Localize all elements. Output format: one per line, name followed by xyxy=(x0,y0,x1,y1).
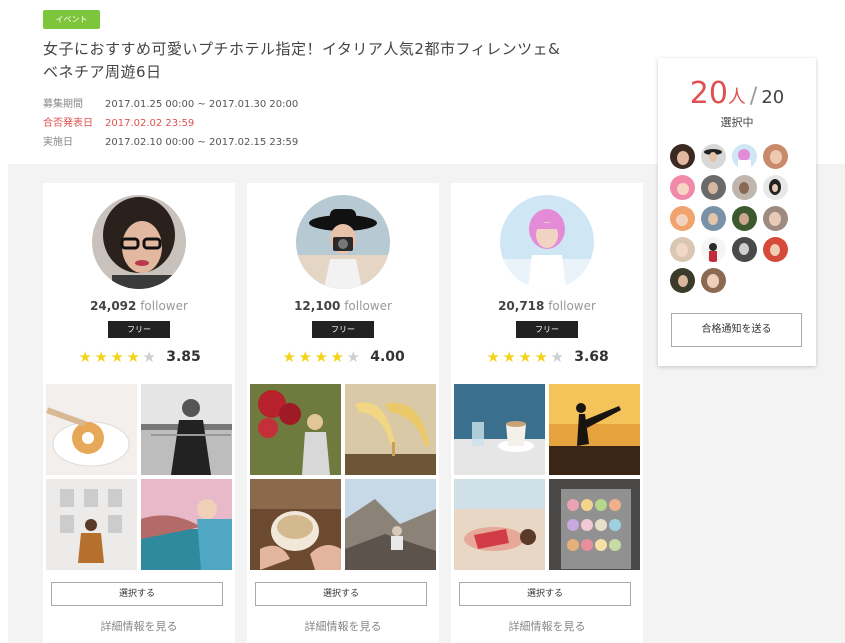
photo-macarons[interactable] xyxy=(549,479,640,570)
selected-avatar[interactable] xyxy=(701,268,726,293)
avatar[interactable] xyxy=(296,195,390,289)
detail-link[interactable]: 詳細情報を見る xyxy=(247,618,439,634)
selected-avatar[interactable] xyxy=(670,206,695,231)
selected-avatar[interactable] xyxy=(732,175,757,200)
photo-rocks[interactable] xyxy=(345,479,436,570)
rating: ★ ★ ★ ★ ★ 3.68 xyxy=(451,348,643,366)
star-icon: ★ xyxy=(282,348,296,366)
selected-avatar[interactable] xyxy=(670,268,695,293)
event-title-line1: 女子におすすめ可愛いプチホテル指定！イタリア人気2都市フィレンツェ& xyxy=(43,40,561,58)
selected-avatar[interactable] xyxy=(670,237,695,262)
selected-avatar[interactable] xyxy=(763,144,788,169)
count-slash: / xyxy=(749,84,758,109)
influencer-card: 12,100 follower フリー ★ ★ ★ ★ ★ 4.00 選択する 詳細情報… xyxy=(247,183,439,643)
follower-count: 12,100 follower xyxy=(294,299,392,313)
event-title: 女子におすすめ可愛いプチホテル指定！イタリア人気2都市フィレンツェ& ベネチア周… xyxy=(43,38,643,84)
star-icon: ★ xyxy=(78,348,92,366)
total-count: 20 xyxy=(761,87,785,108)
selected-count: 20 xyxy=(689,76,728,111)
photo-beach[interactable] xyxy=(454,479,545,570)
star-icon: ★ xyxy=(110,348,124,366)
selected-avatar[interactable] xyxy=(670,144,695,169)
event-date-row: 実施日 2017.02.10 00:00 ~ 2017.02.15 23:59 xyxy=(43,133,298,152)
detail-link[interactable]: 詳細情報を見る xyxy=(451,618,643,634)
selected-avatar[interactable] xyxy=(732,206,757,231)
selected-avatar[interactable] xyxy=(763,206,788,231)
selected-avatar[interactable] xyxy=(701,175,726,200)
rating-score: 4.00 xyxy=(370,349,405,365)
rating-score: 3.68 xyxy=(574,349,609,365)
star-icon: ★ xyxy=(94,348,108,366)
selected-avatars xyxy=(670,144,790,293)
meta-label: 実施日 xyxy=(43,137,73,148)
selected-avatar[interactable] xyxy=(701,237,726,262)
photo-sunset[interactable] xyxy=(549,384,640,475)
selection-count: 20人/20 xyxy=(658,76,816,111)
follower-count: 20,718 follower xyxy=(498,299,596,313)
selected-avatar[interactable] xyxy=(701,206,726,231)
avatar[interactable] xyxy=(500,195,594,289)
select-button[interactable]: 選択する xyxy=(51,582,223,606)
rating: ★ ★ ★ ★ ★ 3.85 xyxy=(43,348,235,366)
event-title-line2: ベネチア周遊6日 xyxy=(43,63,162,81)
influencer-card: 24,092 follower フリー ★ ★ ★ ★ ★ 3.85 選択する 詳細情報… xyxy=(43,183,235,643)
influencer-card: 20,718 follower フリー ★ ★ ★ ★ ★ 3.68 選択する 詳細情報… xyxy=(451,183,643,643)
star-icon: ★ xyxy=(298,348,312,366)
follower-count: 24,092 follower xyxy=(90,299,188,313)
star-icon: ★ xyxy=(550,348,564,366)
selected-avatar[interactable] xyxy=(701,144,726,169)
selecting-label: 選択中 xyxy=(720,116,754,129)
selected-avatar[interactable] xyxy=(763,175,788,200)
recruit-period-row: 募集期間 2017.01.25 00:00 ~ 2017.01.30 20:00 xyxy=(43,95,298,114)
event-meta: 募集期間 2017.01.25 00:00 ~ 2017.01.30 20:00… xyxy=(43,95,298,152)
selected-avatar[interactable] xyxy=(732,237,757,262)
photo-grid xyxy=(454,384,640,570)
send-pass-notification-button[interactable]: 合格通知を送る xyxy=(671,313,802,347)
free-tag: フリー xyxy=(516,321,578,338)
photo-heels[interactable] xyxy=(345,384,436,475)
selection-panel: 20人/20 選択中 合格通知を送る xyxy=(658,58,816,366)
avatar[interactable] xyxy=(92,195,186,289)
event-badge: イベント xyxy=(43,10,100,29)
photo-donut[interactable] xyxy=(46,384,137,475)
free-tag: フリー xyxy=(312,321,374,338)
photo-cafe[interactable] xyxy=(454,384,545,475)
star-icon: ★ xyxy=(518,348,532,366)
select-button[interactable]: 選択する xyxy=(255,582,427,606)
selected-avatar[interactable] xyxy=(670,175,695,200)
star-icon: ★ xyxy=(142,348,156,366)
select-button[interactable]: 選択する xyxy=(459,582,631,606)
meta-value: 2017.02.02 23:59 xyxy=(105,118,195,129)
photo-grid xyxy=(250,384,436,570)
meta-value: 2017.02.10 00:00 ~ 2017.02.15 23:59 xyxy=(105,137,299,148)
selected-avatar[interactable] xyxy=(732,144,757,169)
detail-link[interactable]: 詳細情報を見る xyxy=(43,618,235,634)
photo-street[interactable] xyxy=(141,384,232,475)
photo-balloons[interactable] xyxy=(250,384,341,475)
photo-coast[interactable] xyxy=(141,479,232,570)
meta-label: 募集期間 xyxy=(43,99,83,110)
announcement-date-row: 合否発表日 2017.02.02 23:59 xyxy=(43,114,298,133)
star-icon: ★ xyxy=(534,348,548,366)
meta-value: 2017.01.25 00:00 ~ 2017.01.30 20:00 xyxy=(105,99,299,110)
star-icon: ★ xyxy=(330,348,344,366)
selected-avatar[interactable] xyxy=(763,237,788,262)
count-unit: 人 xyxy=(727,87,746,108)
free-tag: フリー xyxy=(108,321,170,338)
star-icon: ★ xyxy=(126,348,140,366)
rating: ★ ★ ★ ★ ★ 4.00 xyxy=(247,348,439,366)
star-icon: ★ xyxy=(314,348,328,366)
star-icon: ★ xyxy=(502,348,516,366)
rating-score: 3.85 xyxy=(166,349,201,365)
star-icon: ★ xyxy=(486,348,500,366)
photo-coffee[interactable] xyxy=(250,479,341,570)
photo-gallery[interactable] xyxy=(46,479,137,570)
star-icon: ★ xyxy=(346,348,360,366)
meta-label: 合否発表日 xyxy=(43,118,93,129)
photo-grid xyxy=(46,384,232,570)
